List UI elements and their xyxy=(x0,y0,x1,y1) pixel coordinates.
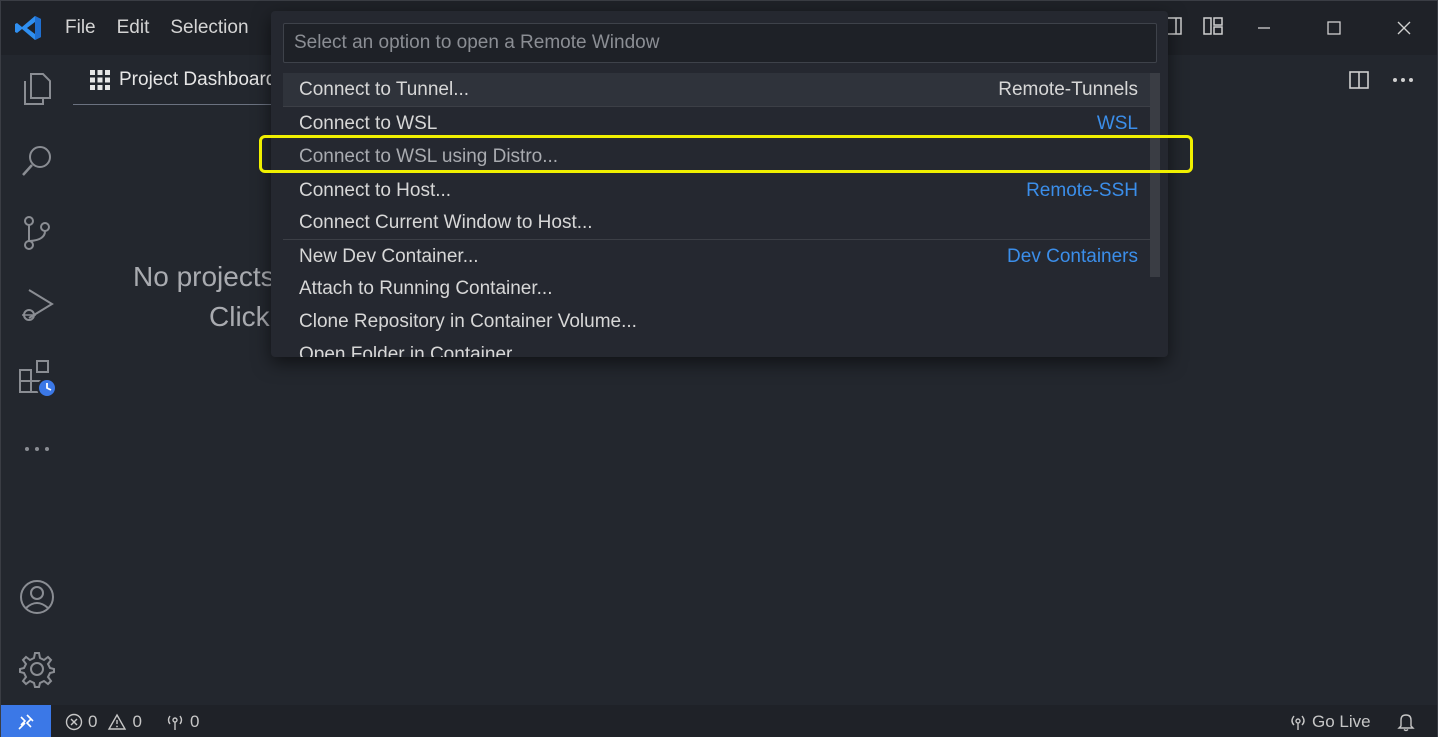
quick-pick-input[interactable]: Select an option to open a Remote Window xyxy=(283,23,1157,63)
option-label: New Dev Container... xyxy=(299,245,479,267)
quick-pick-scrollbar[interactable] xyxy=(1150,73,1160,277)
error-icon xyxy=(65,713,83,730)
maximize-icon[interactable] xyxy=(1299,9,1369,47)
option-open-folder-in-container[interactable]: Open Folder in Container... xyxy=(283,338,1153,358)
warning-icon xyxy=(108,713,127,730)
minimize-icon[interactable] xyxy=(1229,9,1299,47)
go-live-label: Go Live xyxy=(1312,711,1371,731)
empty-state-message: No projects xyxy=(133,261,275,292)
extensions-icon[interactable] xyxy=(17,359,57,399)
problems-indicator[interactable]: 0 0 xyxy=(65,705,142,737)
go-live-broadcast-icon xyxy=(1291,715,1305,730)
broadcast-icon xyxy=(167,715,183,730)
settings-gear-icon[interactable] xyxy=(17,649,57,689)
more-actions-icon[interactable] xyxy=(1389,65,1417,95)
option-label: Connect to Host... xyxy=(299,179,452,201)
bell-icon xyxy=(1397,713,1415,731)
option-label: Connect to WSL xyxy=(299,112,438,134)
tab-project-dashboard[interactable]: Project Dashboard xyxy=(73,55,279,105)
option-clone-repository-in-container-volume[interactable]: Clone Repository in Container Volume... xyxy=(283,305,1153,338)
remote-icon xyxy=(18,713,34,730)
option-category: Remote-Tunnels xyxy=(998,78,1138,100)
window-controls xyxy=(1229,9,1438,47)
ports-indicator[interactable]: 0 xyxy=(165,705,199,737)
split-editor-icon[interactable] xyxy=(1345,65,1373,95)
option-connect-to-host[interactable]: Connect to Host... Remote-SSH xyxy=(283,174,1153,207)
explorer-icon[interactable] xyxy=(17,69,57,109)
ports-count: 0 xyxy=(190,711,200,731)
option-attach-to-running-container[interactable]: Attach to Running Container... xyxy=(283,272,1153,305)
status-bar: 0 0 0 Go Live xyxy=(1,705,1437,737)
more-icon[interactable] xyxy=(17,429,57,469)
option-connect-current-window-to-host[interactable]: Connect Current Window to Host... xyxy=(283,206,1153,239)
option-new-dev-container[interactable]: New Dev Container... Dev Containers xyxy=(283,240,1153,273)
accounts-icon[interactable] xyxy=(17,577,57,617)
option-label: Connect Current Window to Host... xyxy=(299,211,593,233)
layout-controls xyxy=(1161,13,1225,39)
remote-window-quick-pick: Select an option to open a Remote Window… xyxy=(271,11,1168,357)
dashboard-grid-icon xyxy=(90,69,110,90)
menu-selection[interactable]: Selection xyxy=(170,15,258,41)
editor-actions xyxy=(1345,65,1417,95)
menu-bar: File Edit Selection xyxy=(65,15,270,41)
vscode-window: File Edit Selection Project Dashboard No… xyxy=(0,0,1438,737)
list-separator xyxy=(283,106,1153,107)
menu-edit[interactable]: Edit xyxy=(117,15,160,41)
activity-bar xyxy=(1,55,73,705)
notifications-button[interactable] xyxy=(1397,705,1415,737)
list-separator xyxy=(283,239,1153,240)
customize-layout-icon[interactable] xyxy=(1201,13,1225,39)
highlight-box xyxy=(259,135,1193,173)
error-count: 0 xyxy=(88,711,98,731)
empty-state-hint: Click xyxy=(209,301,270,332)
option-label: Clone Repository in Container Volume... xyxy=(299,310,637,332)
run-debug-icon[interactable] xyxy=(17,285,57,325)
option-category: Dev Containers xyxy=(1007,245,1138,267)
option-connect-to-tunnel[interactable]: Connect to Tunnel... Remote-Tunnels xyxy=(283,73,1153,106)
warning-count: 0 xyxy=(132,711,142,731)
option-label: Open Folder in Container... xyxy=(299,343,528,358)
option-label: Connect to Tunnel... xyxy=(299,78,470,100)
option-category: WSL xyxy=(1096,112,1138,134)
option-category: Remote-SSH xyxy=(1026,179,1138,201)
source-control-icon[interactable] xyxy=(17,213,57,253)
option-label: Attach to Running Container... xyxy=(299,277,553,299)
menu-file[interactable]: File xyxy=(65,15,106,41)
vscode-logo-icon xyxy=(15,16,41,40)
remote-indicator[interactable] xyxy=(1,705,51,737)
search-icon[interactable] xyxy=(17,141,57,181)
go-live-button[interactable]: Go Live xyxy=(1289,705,1371,737)
close-window-icon[interactable] xyxy=(1369,9,1438,47)
tab-label: Project Dashboard xyxy=(119,68,277,90)
